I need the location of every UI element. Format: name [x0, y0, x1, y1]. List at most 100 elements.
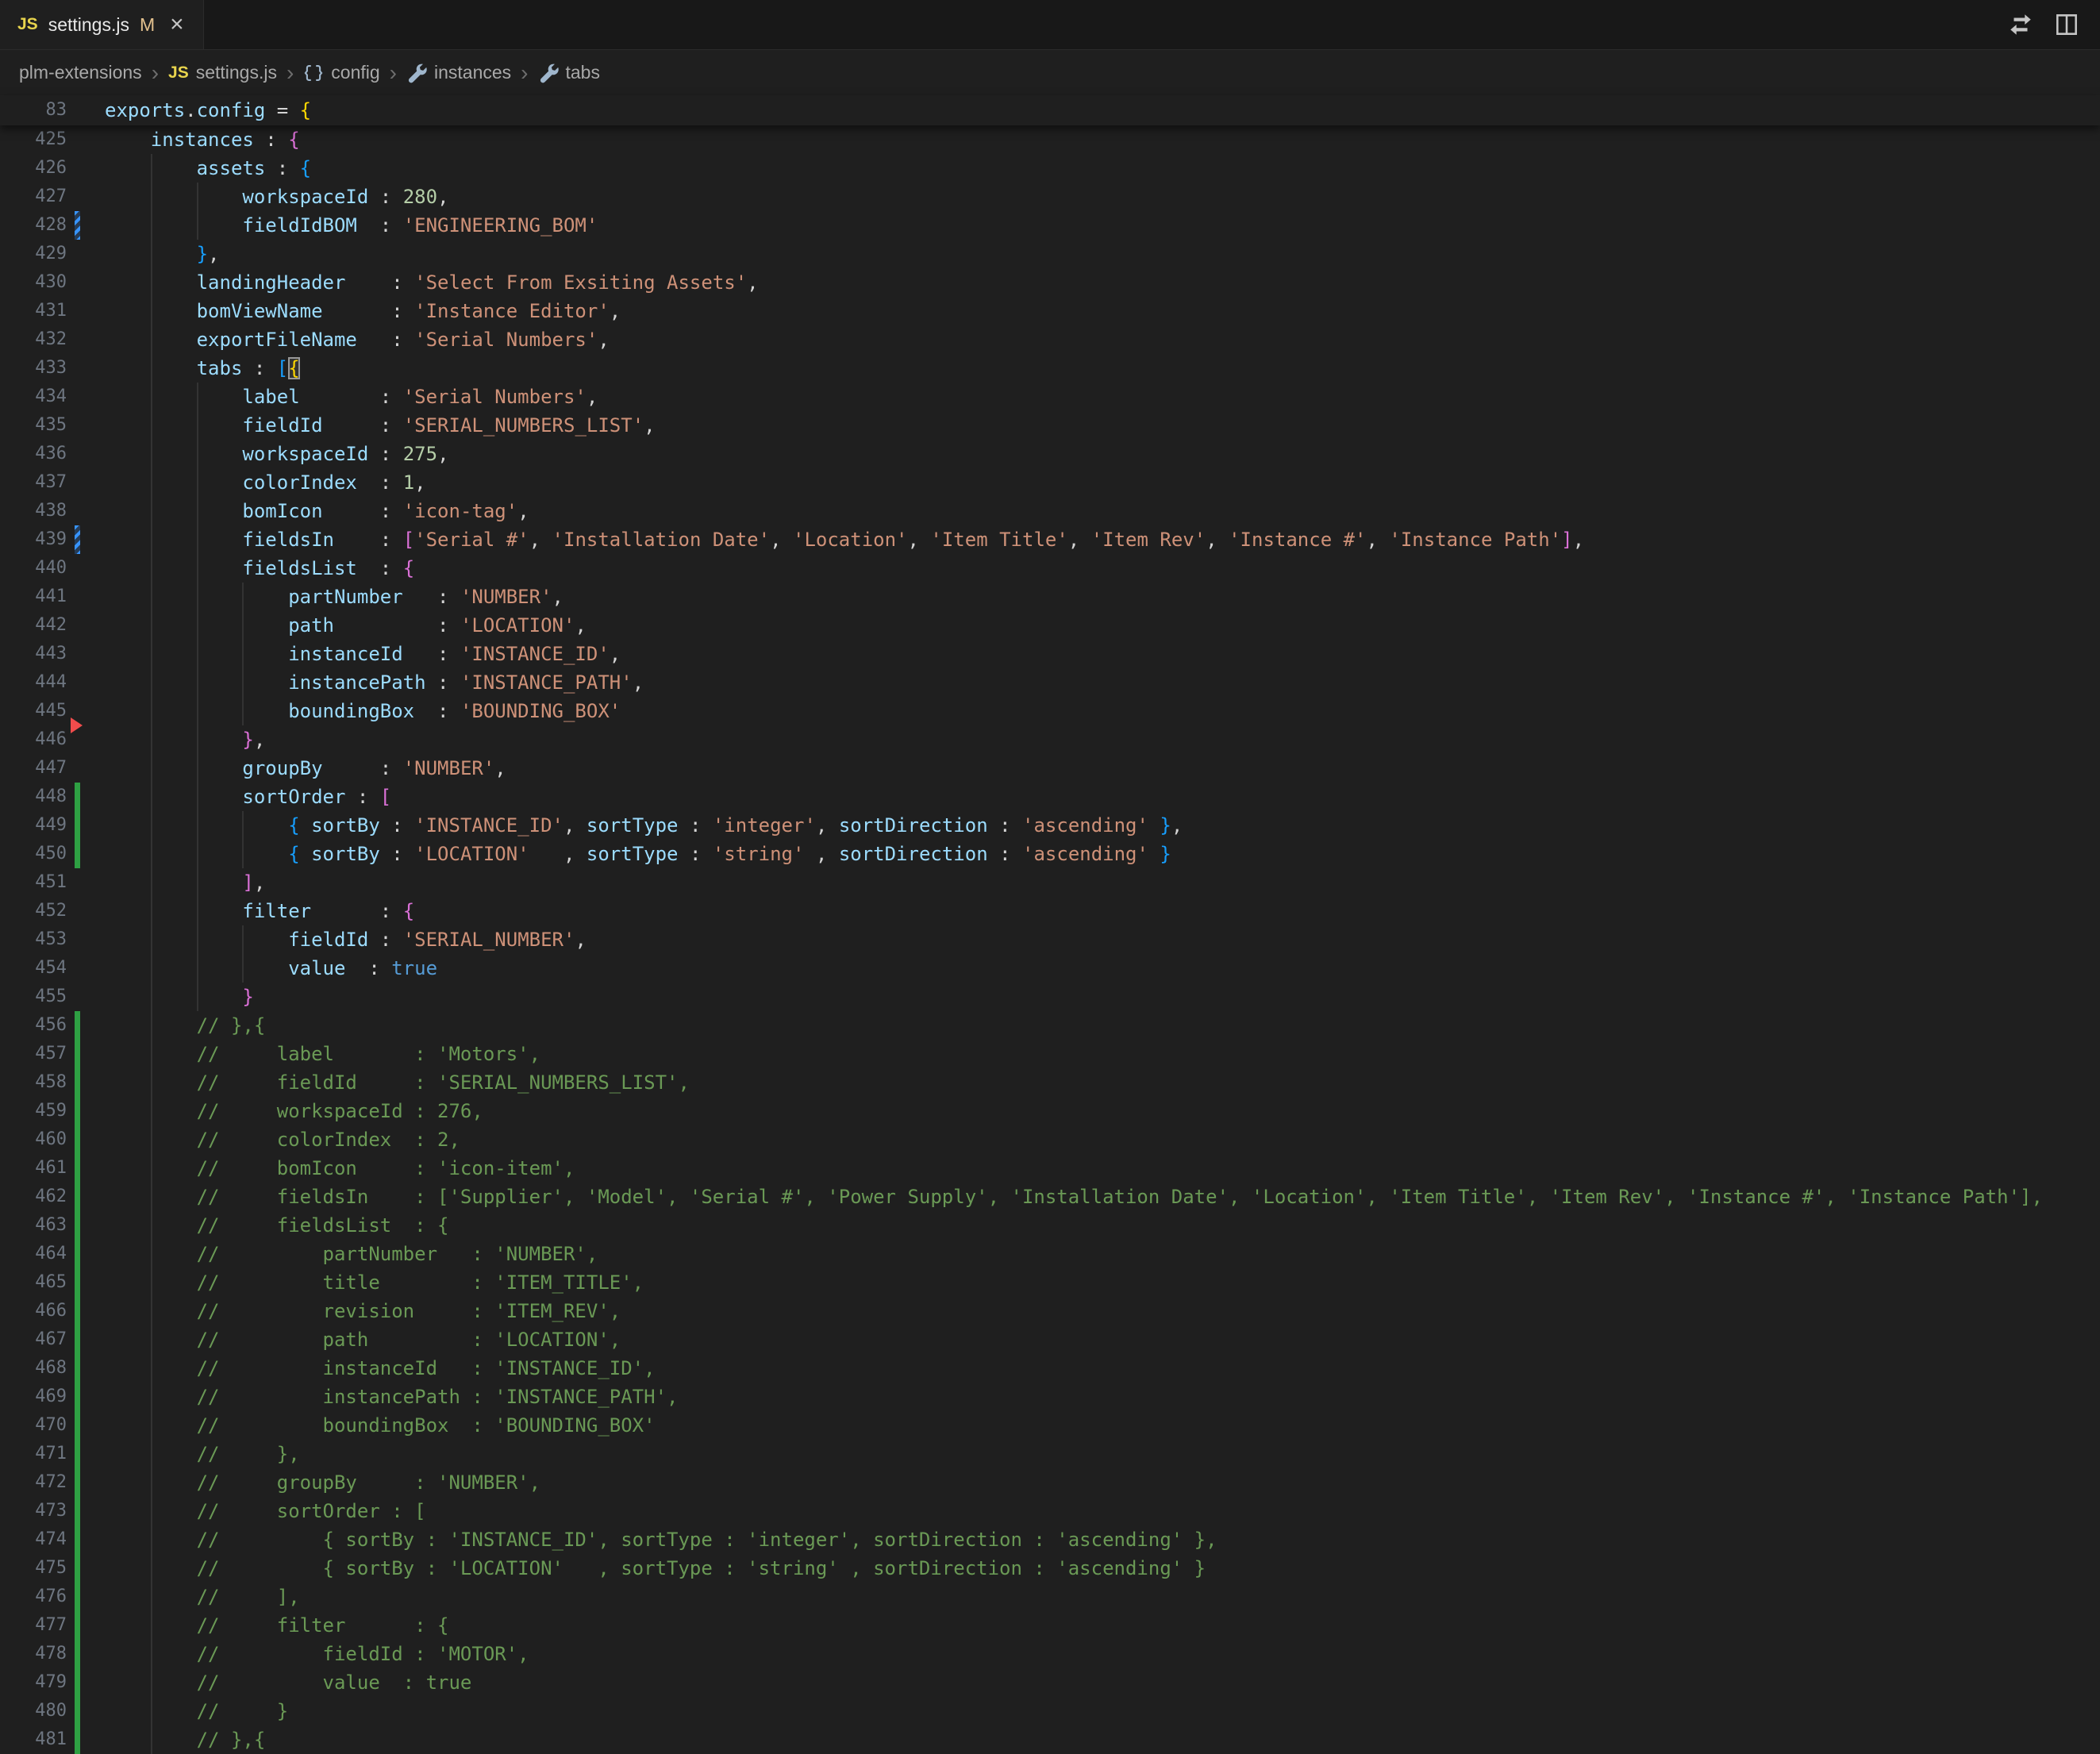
line-number[interactable]: 481	[0, 1725, 67, 1754]
line-number[interactable]: 477	[0, 1611, 67, 1640]
line-number[interactable]: 437	[0, 468, 67, 497]
line-number[interactable]: 438	[0, 497, 67, 525]
line-number[interactable]: 436	[0, 440, 67, 468]
line-number[interactable]: 426	[0, 154, 67, 183]
code-line[interactable]: 466 // revision : 'ITEM_REV',	[0, 1297, 2100, 1325]
breadcrumb-item-instances[interactable]: instances	[406, 62, 511, 83]
line-number[interactable]: 441	[0, 583, 67, 611]
code-line[interactable]: 432 exportFileName : 'Serial Numbers',	[0, 325, 2100, 354]
line-number[interactable]: 432	[0, 325, 67, 354]
code-line[interactable]: 448 sortOrder : [	[0, 783, 2100, 811]
code-line[interactable]: 451 ],	[0, 868, 2100, 897]
code-line[interactable]: 453 fieldId : 'SERIAL_NUMBER',	[0, 925, 2100, 954]
line-number[interactable]: 449	[0, 811, 67, 840]
line-number[interactable]: 472	[0, 1468, 67, 1497]
code-line[interactable]: 454 value : true	[0, 954, 2100, 983]
code-line[interactable]: 473 // sortOrder : [	[0, 1497, 2100, 1525]
code-line[interactable]: 449 { sortBy : 'INSTANCE_ID', sortType :…	[0, 811, 2100, 840]
close-icon[interactable]: ×	[170, 13, 184, 37]
code-line[interactable]: 460 // colorIndex : 2,	[0, 1125, 2100, 1154]
code-line[interactable]: 477 // filter : {	[0, 1611, 2100, 1640]
line-number[interactable]: 446	[0, 725, 67, 754]
line-number[interactable]: 453	[0, 925, 67, 954]
code-line[interactable]: 468 // instanceId : 'INSTANCE_ID',	[0, 1354, 2100, 1383]
tab-settings-js[interactable]: JS settings.js M ×	[0, 0, 204, 49]
line-number[interactable]: 439	[0, 525, 67, 554]
code-line[interactable]: 450 { sortBy : 'LOCATION' , sortType : '…	[0, 840, 2100, 868]
code-line[interactable]: 436 workspaceId : 275,	[0, 440, 2100, 468]
line-number[interactable]: 458	[0, 1068, 67, 1097]
line-number[interactable]: 478	[0, 1640, 67, 1668]
line-number[interactable]: 474	[0, 1525, 67, 1554]
code-line[interactable]: 467 // path : 'LOCATION',	[0, 1325, 2100, 1354]
line-number[interactable]: 430	[0, 268, 67, 297]
code-line[interactable]: 440 fieldsList : {	[0, 554, 2100, 583]
code-line[interactable]: 472 // groupBy : 'NUMBER',	[0, 1468, 2100, 1497]
line-number[interactable]: 428	[0, 211, 67, 240]
line-number[interactable]: 457	[0, 1040, 67, 1068]
line-number[interactable]: 476	[0, 1583, 67, 1611]
breadcrumb-item-tabs[interactable]: tabs	[538, 62, 600, 83]
line-number[interactable]: 427	[0, 183, 67, 211]
line-number[interactable]: 463	[0, 1211, 67, 1240]
code-line[interactable]: 425 instances : {	[0, 125, 2100, 154]
code-line[interactable]: 481 // },{	[0, 1725, 2100, 1754]
code-line[interactable]: 475 // { sortBy : 'LOCATION' , sortType …	[0, 1554, 2100, 1583]
line-number[interactable]: 467	[0, 1325, 67, 1354]
code-line[interactable]: 456 // },{	[0, 1011, 2100, 1040]
line-number[interactable]: 464	[0, 1240, 67, 1268]
line-number[interactable]: 461	[0, 1154, 67, 1183]
breadcrumb-item-config[interactable]: config	[303, 62, 379, 83]
code-line[interactable]: 476 // ],	[0, 1583, 2100, 1611]
code-line[interactable]: 441 partNumber : 'NUMBER',	[0, 583, 2100, 611]
line-number[interactable]: 469	[0, 1383, 67, 1411]
line-number[interactable]: 435	[0, 411, 67, 440]
line-number[interactable]: 473	[0, 1497, 67, 1525]
line-number[interactable]: 443	[0, 640, 67, 668]
code-line[interactable]: 429 },	[0, 240, 2100, 268]
line-number[interactable]: 460	[0, 1125, 67, 1154]
code-line[interactable]: 433 tabs : [{	[0, 354, 2100, 383]
line-number[interactable]: 452	[0, 897, 67, 925]
code-line[interactable]: 463 // fieldsList : {	[0, 1211, 2100, 1240]
breadcrumb-item-file[interactable]: JS settings.js	[168, 62, 277, 83]
code-line[interactable]: 455 }	[0, 983, 2100, 1011]
code-line[interactable]: 434 label : 'Serial Numbers',	[0, 383, 2100, 411]
line-number[interactable]: 451	[0, 868, 67, 897]
line-number[interactable]: 433	[0, 354, 67, 383]
line-number[interactable]: 448	[0, 783, 67, 811]
line-number[interactable]: 465	[0, 1268, 67, 1297]
code-line[interactable]: 435 fieldId : 'SERIAL_NUMBERS_LIST',	[0, 411, 2100, 440]
code-line[interactable]: 443 instanceId : 'INSTANCE_ID',	[0, 640, 2100, 668]
line-number[interactable]: 434	[0, 383, 67, 411]
code-line[interactable]: 428 fieldIdBOM : 'ENGINEERING_BOM'	[0, 211, 2100, 240]
code-line[interactable]: 437 colorIndex : 1,	[0, 468, 2100, 497]
code-line[interactable]: 461 // bomIcon : 'icon-item',	[0, 1154, 2100, 1183]
code-line[interactable]: 458 // fieldId : 'SERIAL_NUMBERS_LIST',	[0, 1068, 2100, 1097]
open-changes-icon[interactable]	[2003, 7, 2038, 42]
code-line[interactable]: 471 // },	[0, 1440, 2100, 1468]
line-number[interactable]: 447	[0, 754, 67, 783]
line-number[interactable]: 431	[0, 297, 67, 325]
line-number[interactable]: 475	[0, 1554, 67, 1583]
sticky-scroll-line[interactable]: 83 exports.config = {	[0, 95, 2100, 125]
line-number[interactable]: 459	[0, 1097, 67, 1125]
line-number[interactable]: 445	[0, 697, 67, 725]
line-number[interactable]: 442	[0, 611, 67, 640]
line-number[interactable]: 444	[0, 668, 67, 697]
split-editor-icon[interactable]	[2049, 7, 2084, 42]
code-line[interactable]: 445 boundingBox : 'BOUNDING_BOX'	[0, 697, 2100, 725]
code-line[interactable]: 439 fieldsIn : ['Serial #', 'Installatio…	[0, 525, 2100, 554]
line-number[interactable]: 440	[0, 554, 67, 583]
code-line[interactable]: 438 bomIcon : 'icon-tag',	[0, 497, 2100, 525]
line-number[interactable]: 455	[0, 983, 67, 1011]
code-line[interactable]: 452 filter : {	[0, 897, 2100, 925]
code-line[interactable]: 447 groupBy : 'NUMBER',	[0, 754, 2100, 783]
code-line[interactable]: 474 // { sortBy : 'INSTANCE_ID', sortTyp…	[0, 1525, 2100, 1554]
code-line[interactable]: 478 // fieldId : 'MOTOR',	[0, 1640, 2100, 1668]
line-number[interactable]: 450	[0, 840, 67, 868]
line-number[interactable]: 456	[0, 1011, 67, 1040]
code-line[interactable]: 457 // label : 'Motors',	[0, 1040, 2100, 1068]
code-line[interactable]: 462 // fieldsIn : ['Supplier', 'Model', …	[0, 1183, 2100, 1211]
code-line[interactable]: 431 bomViewName : 'Instance Editor',	[0, 297, 2100, 325]
